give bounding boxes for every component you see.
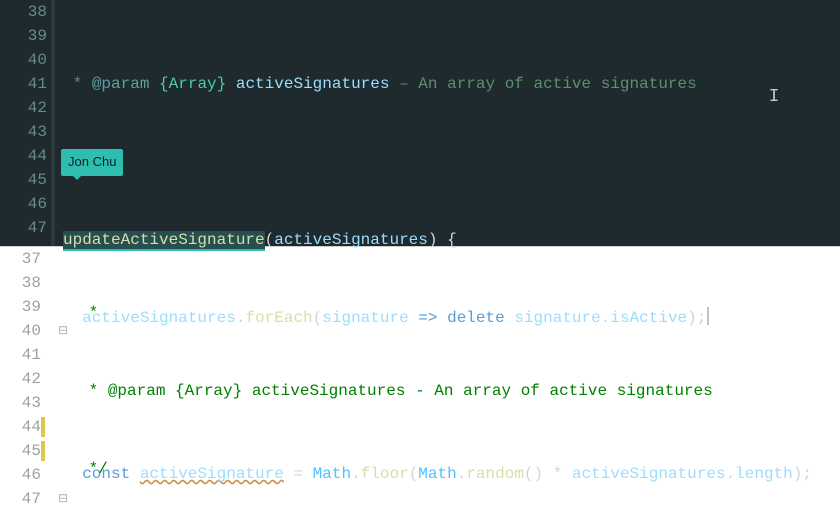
- line-number: 45: [0, 168, 47, 192]
- line-number: 41: [0, 72, 47, 96]
- line-number: 46: [0, 192, 47, 216]
- line-number: 38: [0, 271, 41, 295]
- line-number: 40: [0, 48, 47, 72]
- gutter-light: 37 38 39 40 41 42 43 44 45 46 47 48: [0, 247, 55, 510]
- line-number: 42: [0, 367, 41, 391]
- line-number: 44: [0, 144, 47, 168]
- gutter-dark: 38 39 40 41 42 43 44 45 46 47: [0, 0, 55, 246]
- line-number: 46: [0, 463, 41, 487]
- line-number: 39: [0, 295, 41, 319]
- line-number: 40: [0, 319, 41, 343]
- code-line[interactable]: * @param {Array} activeSignatures - An a…: [71, 379, 840, 403]
- line-number: 43: [0, 120, 47, 144]
- code-area-dark[interactable]: I * @param {Array} activeSignatures – An…: [55, 0, 840, 246]
- line-number: 43: [0, 391, 41, 415]
- presence-badge[interactable]: Jon Chu: [61, 149, 123, 176]
- line-number: 47: [0, 487, 41, 510]
- fold-toggle-icon[interactable]: ⊟: [55, 319, 71, 343]
- code-line[interactable]: Jon Chu: [55, 150, 840, 174]
- fold-column: ⊟ ⊟: [55, 247, 71, 510]
- line-number: 45: [0, 439, 41, 463]
- editor-pane-dark[interactable]: 38 39 40 41 42 43 44 45 46 47 I * @param…: [0, 0, 840, 246]
- code-area-light[interactable]: * * @param {Array} activeSignatures - An…: [71, 247, 840, 510]
- editor-pane-light[interactable]: 37 38 39 40 41 42 43 44 45 46 47 48 ⊟ ⊟ …: [0, 246, 840, 510]
- code-line[interactable]: */: [71, 457, 840, 481]
- line-number: 41: [0, 343, 41, 367]
- line-number: 42: [0, 96, 47, 120]
- fold-toggle-icon[interactable]: ⊟: [55, 487, 71, 510]
- line-number: 37: [0, 247, 41, 271]
- code-line[interactable]: * @param {Array} activeSignatures – An a…: [55, 72, 840, 96]
- line-number: 47: [0, 216, 47, 240]
- line-number: 44: [0, 415, 41, 439]
- code-line[interactable]: *: [71, 301, 840, 325]
- line-number: 39: [0, 24, 47, 48]
- line-number: 38: [0, 0, 47, 24]
